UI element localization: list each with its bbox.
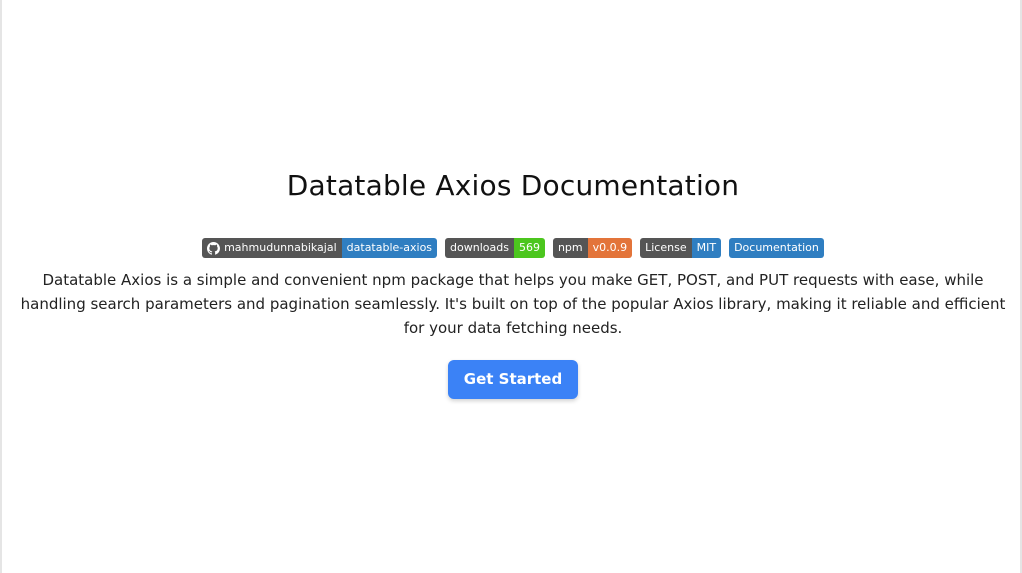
- downloads-badge-label: downloads: [445, 238, 514, 258]
- downloads-badge-count: 569: [513, 238, 545, 258]
- github-badge-user: mahmudunnabikajal: [224, 241, 337, 254]
- get-started-button[interactable]: Get Started: [447, 360, 579, 399]
- license-badge-label: License: [640, 238, 692, 258]
- github-badge-left: mahmudunnabikajal: [202, 238, 342, 258]
- page-title: Datatable Axios Documentation: [286, 169, 740, 202]
- github-badge[interactable]: mahmudunnabikajal datatable-axios: [202, 238, 438, 258]
- npm-badge-label: npm: [552, 238, 588, 258]
- badge-row: mahmudunnabikajal datatable-axios downlo…: [2, 238, 1022, 258]
- npm-badge-version: v0.0.9: [587, 238, 633, 258]
- downloads-badge[interactable]: downloads 569: [445, 238, 545, 258]
- github-badge-repo: datatable-axios: [341, 238, 438, 258]
- documentation-badge-label: Documentation: [729, 238, 824, 258]
- page-frame: Datatable Axios Documentation mahmudunna…: [0, 0, 1022, 573]
- license-badge-value: MIT: [691, 238, 722, 258]
- page-description: Datatable Axios is a simple and convenie…: [20, 271, 1006, 337]
- hero-section: Datatable Axios Documentation mahmudunna…: [2, 166, 1022, 399]
- npm-version-badge[interactable]: npm v0.0.9: [552, 238, 633, 258]
- github-icon: [207, 241, 221, 255]
- license-badge[interactable]: License MIT: [640, 238, 722, 258]
- documentation-badge[interactable]: Documentation: [729, 238, 824, 258]
